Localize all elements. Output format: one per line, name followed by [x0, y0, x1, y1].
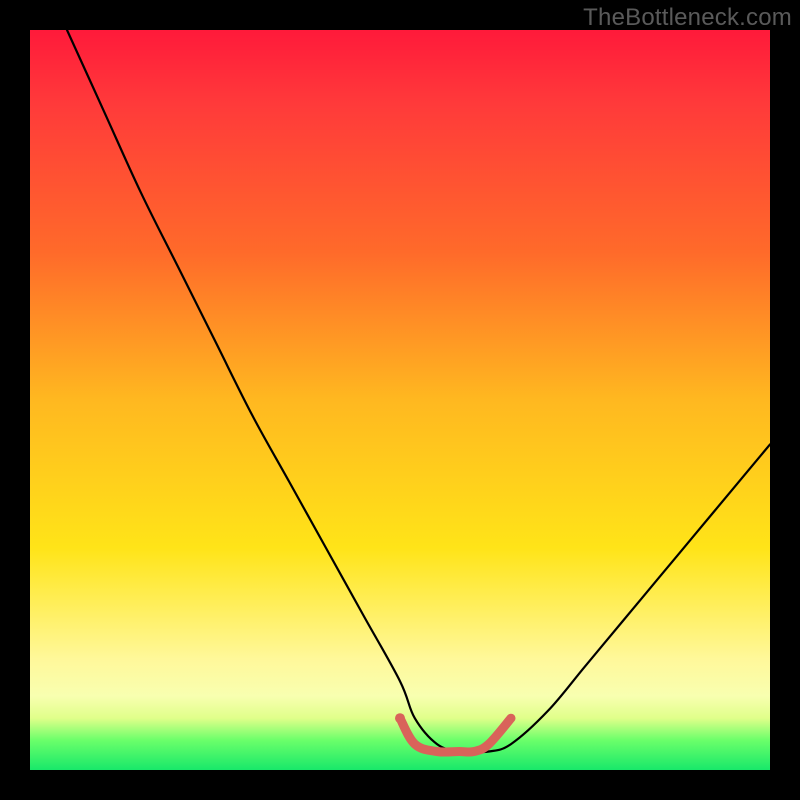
curve-layer — [30, 30, 770, 770]
bottleneck-curve — [67, 30, 770, 752]
watermark-text: TheBottleneck.com — [583, 4, 792, 32]
plot-area — [30, 30, 770, 770]
bottom-dip-dot — [395, 713, 405, 723]
bottom-dip-highlight — [400, 718, 511, 752]
chart-frame: TheBottleneck.com — [0, 0, 800, 800]
